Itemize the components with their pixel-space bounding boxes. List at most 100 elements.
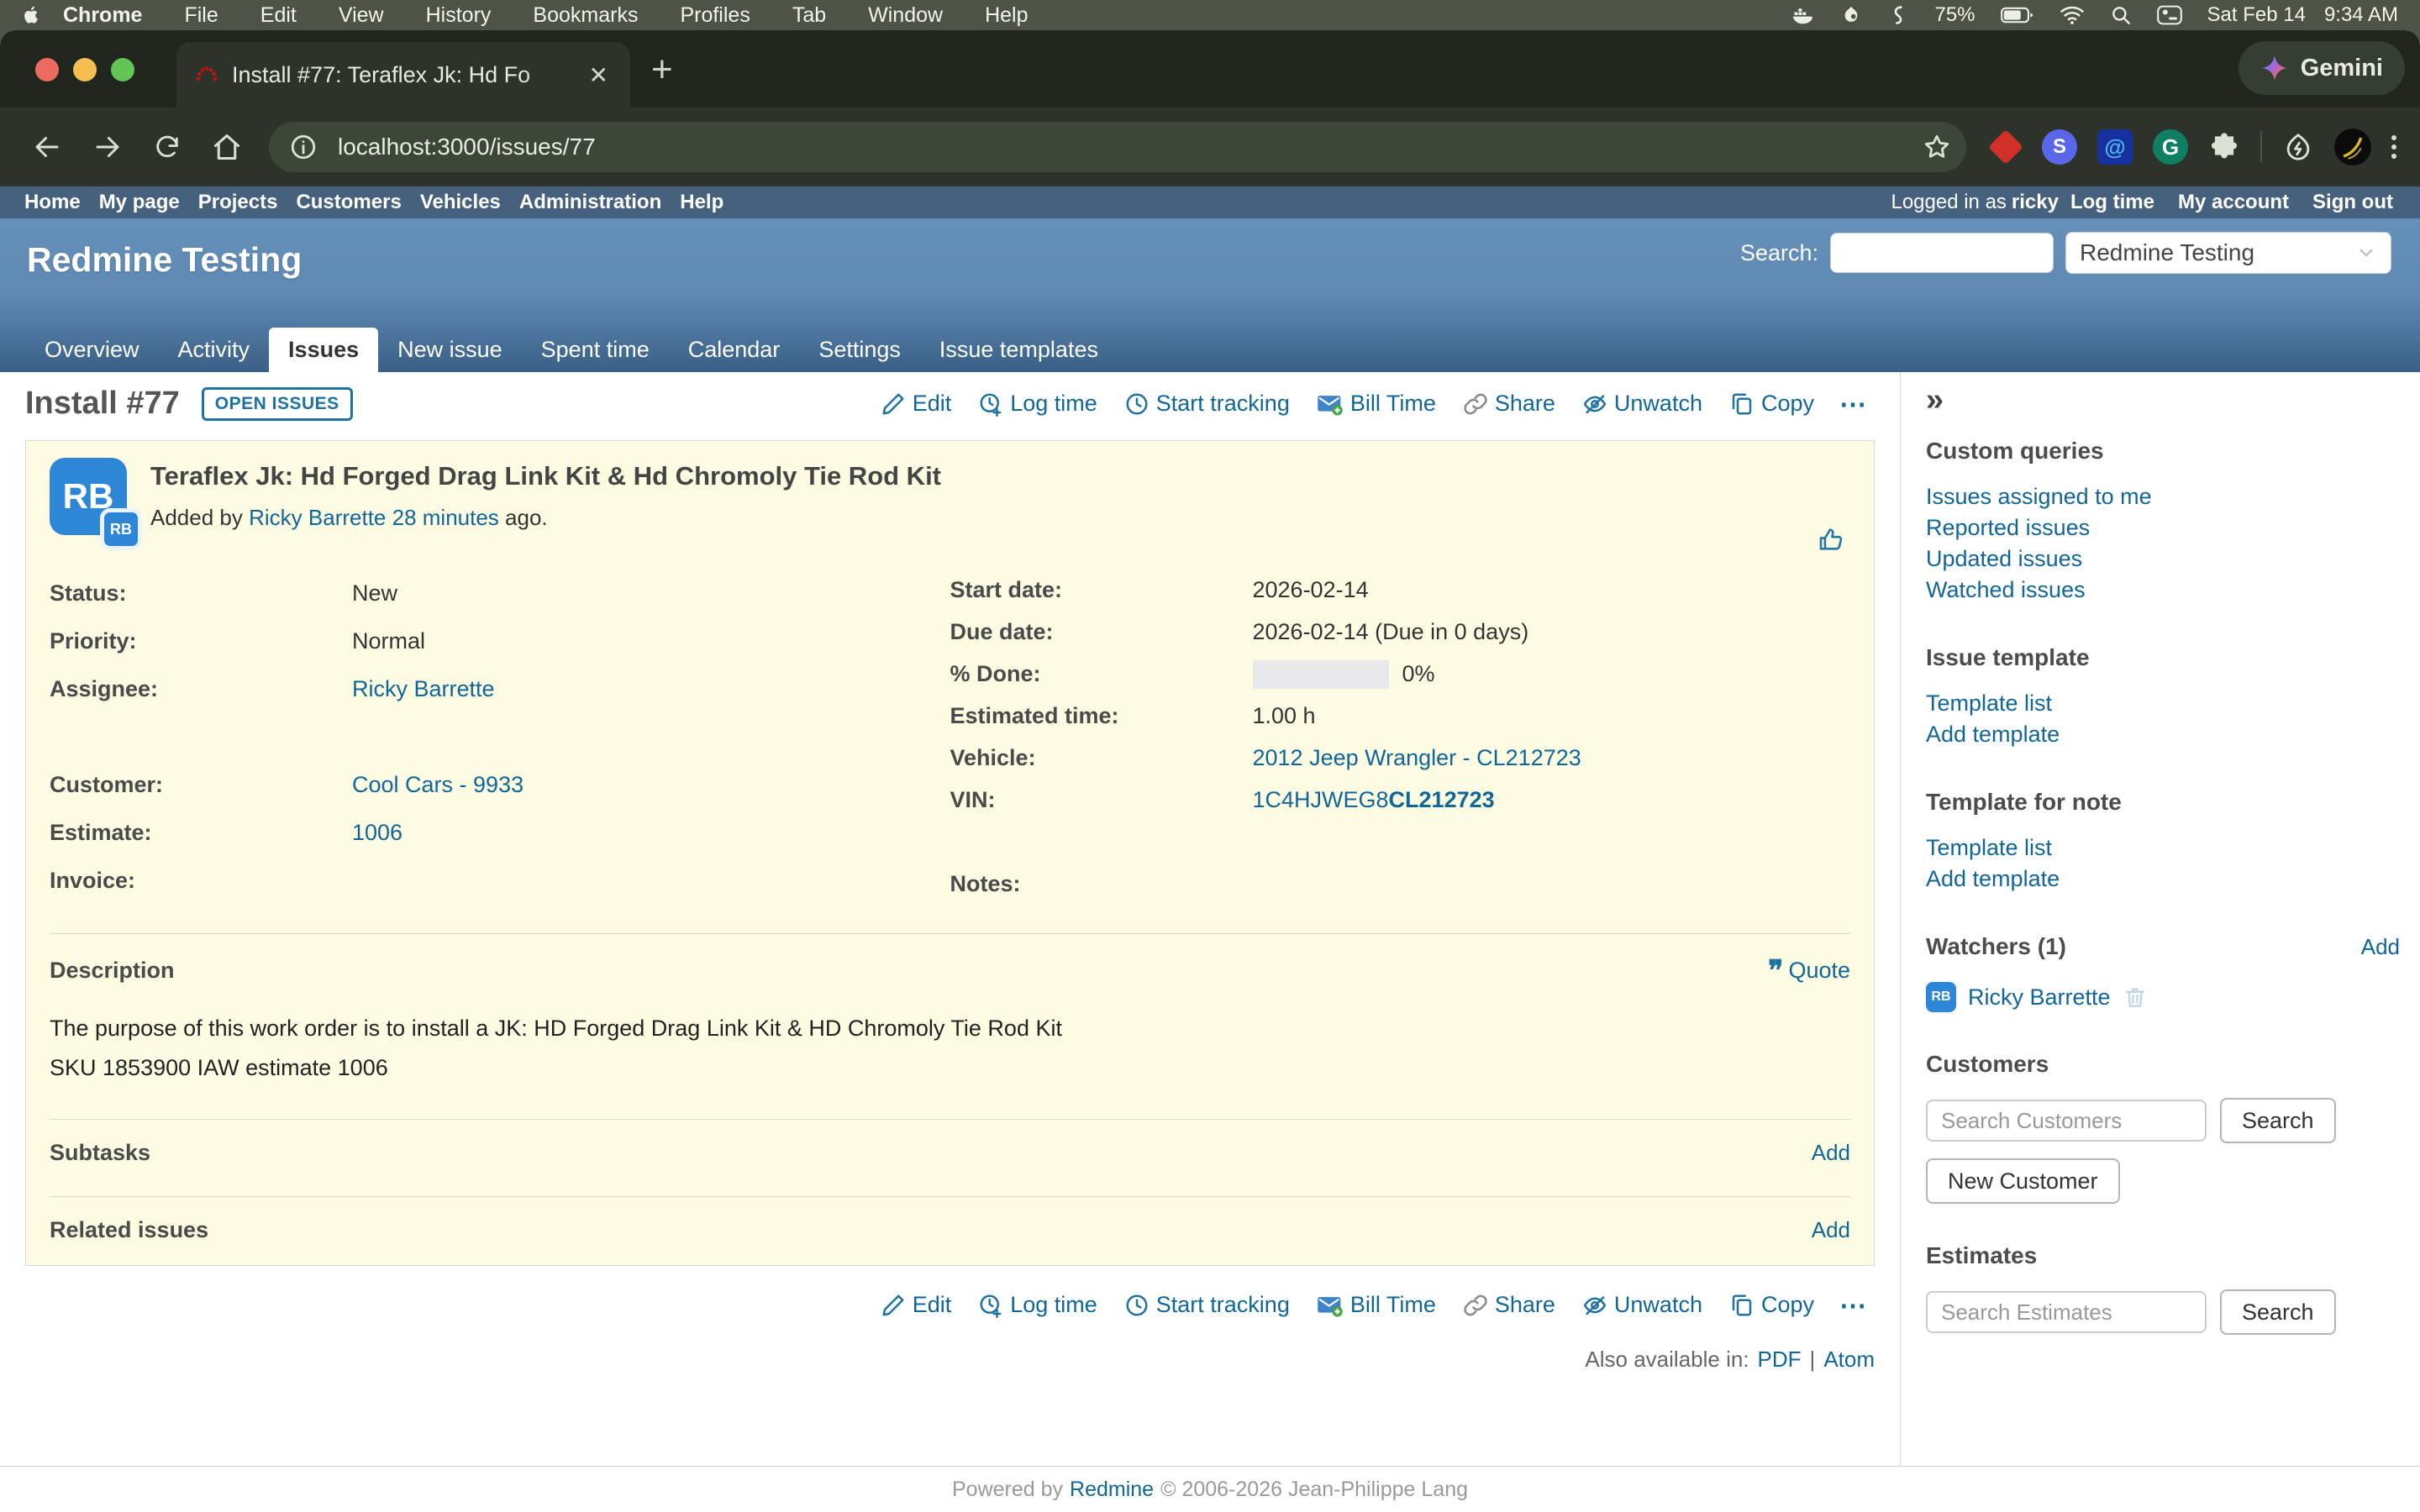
tab-overview[interactable]: Overview [25, 328, 159, 372]
spotlight-icon[interactable] [2110, 4, 2132, 26]
share-button[interactable]: Share [1455, 391, 1564, 417]
search-customers-input[interactable] [1926, 1100, 2207, 1142]
search-customers-button[interactable]: Search [2220, 1098, 2336, 1143]
menu-chrome[interactable]: Chrome [42, 3, 163, 28]
menu-view[interactable]: View [318, 3, 405, 28]
wifi-icon[interactable] [2060, 4, 2085, 26]
nav-home[interactable]: Home [15, 191, 90, 214]
pdf-link[interactable]: PDF [1758, 1347, 1802, 1373]
battery-icon[interactable] [2001, 4, 2034, 26]
tab-new-issue[interactable]: New issue [378, 328, 522, 372]
status-app-icon-1[interactable] [1840, 4, 1862, 26]
search-estimates-button[interactable]: Search [2220, 1289, 2336, 1335]
vin-link[interactable]: 1C4HJWEG8CL212723 [1253, 787, 1495, 812]
menu-window[interactable]: Window [847, 3, 964, 28]
query-assigned-to-me[interactable]: Issues assigned to me [1926, 481, 2400, 512]
related-issues-add-link[interactable]: Add [1812, 1217, 1850, 1243]
start-tracking-button-bottom[interactable]: Start tracking [1116, 1292, 1298, 1318]
menu-profiles[interactable]: Profiles [659, 3, 771, 28]
copy-button[interactable]: Copy [1721, 391, 1823, 417]
nav-projects[interactable]: Projects [189, 191, 287, 214]
edit-button[interactable]: Edit [872, 391, 960, 417]
query-updated-issues[interactable]: Updated issues [1926, 543, 2400, 575]
redmine-link[interactable]: Redmine [1070, 1478, 1154, 1502]
author-link[interactable]: Ricky Barrette [249, 505, 386, 530]
menu-help[interactable]: Help [964, 3, 1049, 28]
tab-activity[interactable]: Activity [159, 328, 270, 372]
more-actions-button-bottom[interactable]: ⋯ [1833, 1289, 1875, 1321]
nav-vehicles[interactable]: Vehicles [411, 191, 510, 214]
quote-link[interactable]: ❞ Quote [1768, 958, 1850, 984]
tab-issues[interactable]: Issues [269, 328, 378, 372]
query-watched-issues[interactable]: Watched issues [1926, 575, 2400, 606]
chrome-menu-icon[interactable] [2391, 135, 2396, 159]
assignee-link[interactable]: Ricky Barrette [352, 676, 495, 701]
sidebar-collapse-icon[interactable]: » [1926, 384, 1944, 416]
tab-settings[interactable]: Settings [799, 328, 920, 372]
url-text[interactable]: localhost:3000/issues/77 [338, 134, 596, 160]
watcher-name-link[interactable]: Ricky Barrette [1968, 984, 2111, 1011]
share-button-bottom[interactable]: Share [1455, 1292, 1564, 1318]
site-info-icon[interactable] [284, 128, 323, 166]
account-log-time[interactable]: Log time [2059, 191, 2166, 214]
new-tab-button[interactable]: + [651, 49, 673, 91]
close-window-button[interactable] [35, 58, 59, 81]
menu-bookmarks[interactable]: Bookmarks [512, 3, 659, 28]
bill-time-button[interactable]: Bill Time [1308, 391, 1444, 417]
account-my-account[interactable]: My account [2166, 191, 2301, 214]
note-template-add-link[interactable]: Add template [1926, 864, 2400, 895]
grammarly-icon[interactable]: G [2153, 129, 2188, 165]
tab-calendar[interactable]: Calendar [669, 328, 800, 372]
note-template-list-link[interactable]: Template list [1926, 832, 2400, 864]
status-app-icon-2[interactable] [1887, 4, 1909, 26]
gemini-button[interactable]: Gemini [2238, 41, 2405, 95]
menu-tab[interactable]: Tab [771, 3, 847, 28]
unwatch-button-bottom[interactable]: Unwatch [1574, 1292, 1711, 1318]
browser-tab[interactable]: Install #77: Teraflex Jk: Hd Fo ✕ [176, 42, 630, 108]
nav-customers[interactable]: Customers [287, 191, 410, 214]
tab-spent-time[interactable]: Spent time [522, 328, 669, 372]
menu-history[interactable]: History [405, 3, 513, 28]
account-sign-out[interactable]: Sign out [2301, 191, 2405, 214]
project-jump-select[interactable]: Redmine Testing [2065, 232, 2391, 274]
zoom-window-button[interactable] [111, 58, 134, 81]
added-time-link[interactable]: 28 minutes [392, 505, 499, 530]
new-customer-button[interactable]: New Customer [1926, 1158, 2120, 1204]
atom-link[interactable]: Atom [1823, 1347, 1875, 1373]
unwatch-button[interactable]: Unwatch [1574, 391, 1711, 417]
minimize-window-button[interactable] [73, 58, 97, 81]
more-actions-button[interactable]: ⋯ [1833, 388, 1875, 420]
address-bar[interactable]: localhost:3000/issues/77 [269, 122, 1966, 172]
watchers-add-link[interactable]: Add [2361, 934, 2400, 960]
menu-edit[interactable]: Edit [239, 3, 318, 28]
vehicle-link[interactable]: 2012 Jeep Wrangler - CL212723 [1253, 745, 1581, 770]
subtasks-add-link[interactable]: Add [1812, 1140, 1850, 1166]
home-icon[interactable] [197, 132, 257, 162]
delete-watcher-icon[interactable] [2123, 984, 2148, 1010]
tab-close-icon[interactable]: ✕ [586, 61, 612, 89]
customer-link[interactable]: Cool Cars - 9933 [352, 772, 523, 797]
nav-my-page[interactable]: My page [90, 191, 189, 214]
control-center-icon[interactable] [2157, 4, 2182, 26]
profile-avatar[interactable] [2334, 129, 2371, 165]
extensions-puzzle-icon[interactable] [2208, 131, 2240, 163]
nav-administration[interactable]: Administration [510, 191, 671, 214]
search-estimates-input[interactable] [1926, 1291, 2207, 1333]
global-search-input[interactable] [1830, 233, 2054, 273]
start-tracking-button[interactable]: Start tracking [1116, 391, 1298, 417]
bookmark-star-icon[interactable] [1923, 133, 1951, 161]
battery-saver-icon[interactable] [2282, 131, 2314, 163]
thumbs-up-icon[interactable] [1817, 525, 1845, 554]
extension-icon-red[interactable] [1990, 131, 2022, 163]
back-icon[interactable] [17, 132, 77, 162]
bill-time-button-bottom[interactable]: Bill Time [1308, 1292, 1444, 1318]
estimate-link[interactable]: 1006 [352, 820, 402, 845]
docker-icon[interactable] [1791, 3, 1815, 27]
issue-template-list-link[interactable]: Template list [1926, 688, 2400, 719]
edit-button-bottom[interactable]: Edit [872, 1292, 960, 1318]
query-reported-issues[interactable]: Reported issues [1926, 512, 2400, 543]
copy-button-bottom[interactable]: Copy [1721, 1292, 1823, 1318]
issue-template-add-link[interactable]: Add template [1926, 719, 2400, 750]
apple-logo-icon[interactable] [22, 5, 42, 25]
open-issues-badge[interactable]: OPEN ISSUES [202, 387, 353, 421]
